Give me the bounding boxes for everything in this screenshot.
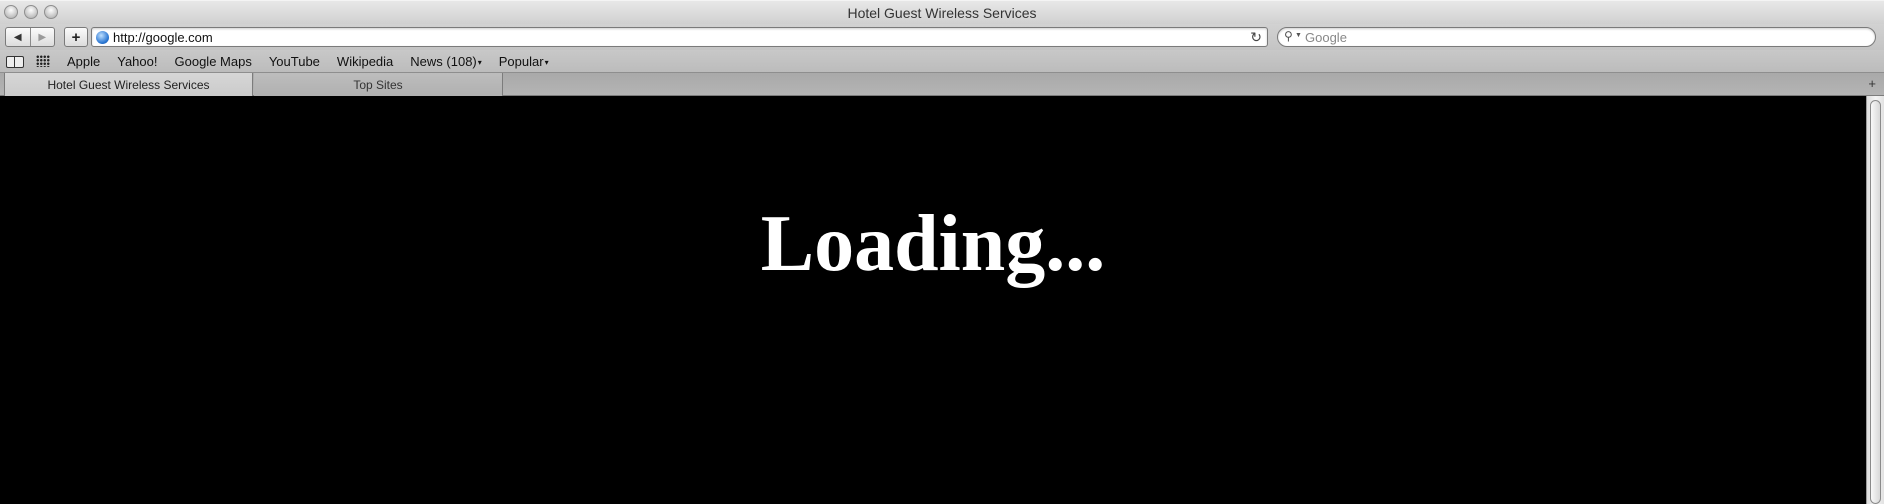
bookmarks-bar: Apple Yahoo! Google Maps YouTube Wikiped… [0,50,1884,72]
tab-label: Hotel Guest Wireless Services [47,77,210,92]
url-input[interactable] [113,30,1233,45]
address-bar[interactable]: ↻ [91,27,1268,47]
bookmark-youtube[interactable]: YouTube [269,54,320,69]
bookmark-google-maps[interactable]: Google Maps [175,54,252,69]
tab-label: Top Sites [353,77,403,92]
bookmarks-book-icon[interactable] [6,54,24,68]
window-title: Hotel Guest Wireless Services [847,5,1037,21]
tab-bar: Hotel Guest Wireless Services Top Sites … [0,72,1884,96]
forward-button[interactable]: ▶ [29,28,55,46]
vertical-scrollbar[interactable] [1866,96,1884,504]
dropdown-arrow-icon: ▾ [544,57,549,67]
toolbar: ◀ ▶ + ↻ ⚲ ▼ [0,24,1884,50]
new-tab-icon[interactable]: + [1868,76,1876,91]
globe-icon [96,31,109,44]
search-dropdown-icon[interactable]: ▼ [1295,32,1302,39]
dropdown-arrow-icon: ▾ [477,57,482,67]
add-bookmark-button[interactable]: + [64,27,88,47]
scrollbar-thumb[interactable] [1870,100,1881,504]
tab-hotel-guest-wireless[interactable]: Hotel Guest Wireless Services [4,73,253,96]
bookmark-apple[interactable]: Apple [67,54,100,69]
reload-icon[interactable]: ↻ [1250,29,1262,46]
bookmark-folder-news[interactable]: News (108)▾ [410,54,481,69]
back-button[interactable]: ◀ [6,28,30,46]
tab-top-sites[interactable]: Top Sites [254,73,503,96]
top-sites-grid-icon[interactable] [36,55,50,67]
bookmark-yahoo[interactable]: Yahoo! [117,54,157,69]
bookmark-folder-popular-label: Popular [498,53,544,69]
bookmark-folder-popular[interactable]: Popular▾ [499,54,549,69]
plus-icon: + [71,28,81,46]
search-field[interactable]: ⚲ ▼ [1277,27,1876,47]
search-input[interactable] [1305,30,1845,45]
page-content: Loading... [0,96,1866,504]
back-forward-buttons: ◀ ▶ [5,27,55,47]
title-bar: Hotel Guest Wireless Services [0,0,1884,24]
bookmark-wikipedia[interactable]: Wikipedia [337,54,393,69]
bookmark-folder-news-label: News (108) [410,53,477,69]
forward-arrow-icon: ▶ [38,31,47,43]
loading-message: Loading... [760,200,1106,288]
search-icon: ⚲ [1284,29,1293,43]
back-arrow-icon: ◀ [13,31,22,43]
